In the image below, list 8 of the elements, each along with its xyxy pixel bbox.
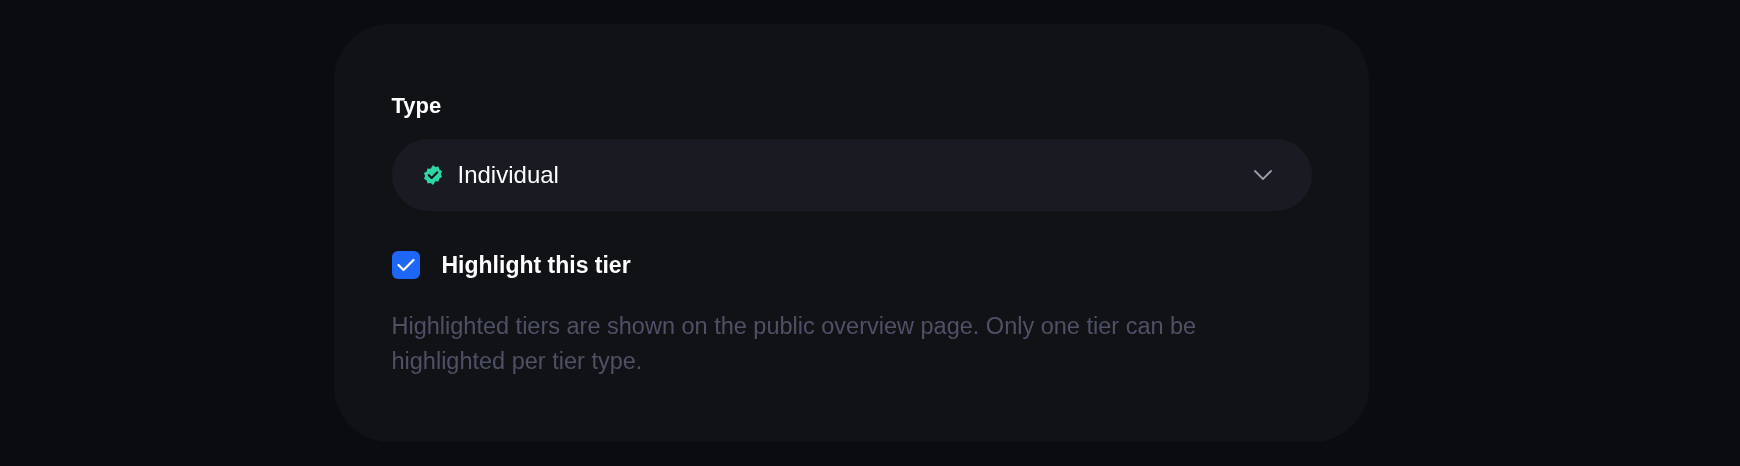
help-text: Highlighted tiers are shown on the public overview page. Only one tier can be highlighted per tier type. <box>391 312 1198 376</box>
checkbox-label: Highlight this tier <box>441 251 631 279</box>
verified-badge-icon <box>421 164 444 186</box>
checkbox[interactable] <box>391 251 420 279</box>
field-label: Type <box>391 93 443 119</box>
chevron-down-icon <box>1253 170 1272 180</box>
check-icon <box>396 258 415 272</box>
type-select[interactable]: Individual <box>391 139 1312 211</box>
